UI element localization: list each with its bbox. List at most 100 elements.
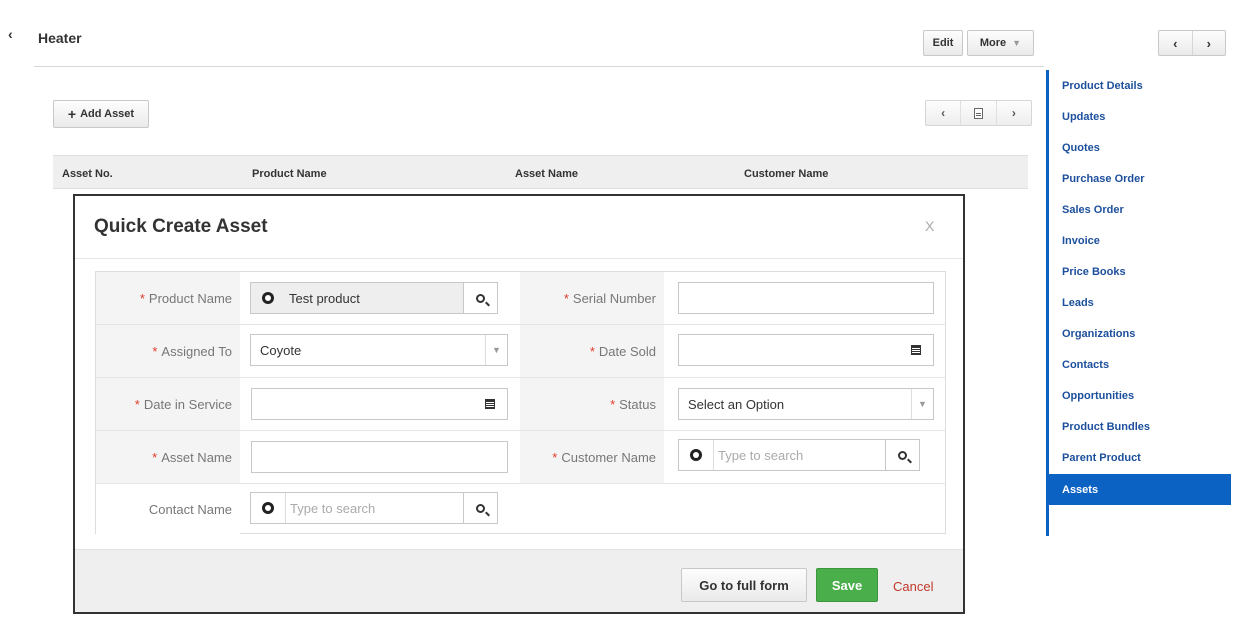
required-marker: *	[563, 290, 569, 306]
reference-icon	[679, 440, 713, 470]
modal-title: Quick Create Asset	[94, 216, 268, 237]
required-marker: *	[152, 449, 158, 465]
sidebar-item-invoice[interactable]: Invoice	[1049, 225, 1231, 256]
required-marker: *	[139, 290, 145, 306]
add-asset-button[interactable]: + Add Asset	[53, 100, 149, 128]
contact-name-placeholder[interactable]: Type to search	[285, 493, 463, 523]
date-sold-label: * Date Sold	[520, 325, 664, 377]
sidebar-item-contacts[interactable]: Contacts	[1049, 349, 1231, 380]
assets-table-header: Asset No. Product Name Asset Name Custom…	[53, 155, 1028, 189]
reference-icon	[251, 283, 285, 313]
previous-record-icon[interactable]: ‹	[1159, 31, 1192, 55]
next-record-icon[interactable]: ›	[1191, 31, 1226, 55]
date-in-service-label-text: Date in Service	[143, 396, 232, 412]
edit-button[interactable]: Edit	[923, 30, 963, 56]
asset-name-label-text: Asset Name	[161, 449, 232, 465]
required-marker: *	[589, 343, 595, 359]
date-in-service-label: * Date in Service	[96, 378, 240, 430]
search-icon[interactable]	[463, 493, 497, 523]
column-header-product-name[interactable]: Product Name	[252, 168, 327, 180]
calendar-icon[interactable]	[899, 335, 933, 365]
serial-number-label: * Serial Number	[520, 272, 664, 324]
modal-header-divider	[75, 258, 963, 259]
customer-name-label: * Customer Name	[520, 431, 664, 483]
form-row: * Product Name Test product * Serial Num…	[96, 272, 945, 325]
header-divider	[34, 66, 1044, 67]
dropdown-arrow-icon[interactable]: ▼	[485, 335, 507, 365]
date-sold-input[interactable]	[678, 334, 934, 366]
required-marker: *	[134, 396, 140, 412]
assigned-to-label-text: Assigned To	[161, 343, 232, 359]
sidebar-item-quotes[interactable]: Quotes	[1049, 132, 1231, 163]
sidebar-item-organizations[interactable]: Organizations	[1049, 318, 1231, 349]
status-select[interactable]: Select an Option ▼	[678, 388, 934, 420]
next-page-icon[interactable]: ›	[997, 101, 1031, 125]
column-header-asset-no[interactable]: Asset No.	[62, 168, 113, 180]
date-sold-label-text: Date Sold	[598, 343, 656, 359]
required-marker: *	[152, 343, 158, 359]
product-name-label: * Product Name	[96, 272, 240, 324]
sidebar-item-purchase-order[interactable]: Purchase Order	[1049, 163, 1231, 194]
assigned-to-label: * Assigned To	[96, 325, 240, 377]
assigned-to-select[interactable]: Coyote ▼	[250, 334, 508, 366]
customer-name-label-text: Customer Name	[561, 449, 656, 465]
record-navigation: ‹ ›	[1158, 30, 1226, 56]
date-in-service-input[interactable]	[251, 388, 508, 420]
form-row: * Asset Name * Customer Name Type to sea…	[96, 431, 945, 484]
more-button-label: More	[979, 37, 1007, 49]
assigned-to-value: Coyote	[260, 342, 302, 358]
asset-name-input[interactable]	[251, 441, 508, 473]
form-row: * Date in Service * Status Select an Opt…	[96, 378, 945, 431]
asset-name-label: * Asset Name	[96, 431, 240, 483]
plus-icon: +	[67, 106, 77, 122]
required-marker: *	[552, 449, 558, 465]
search-icon[interactable]	[885, 440, 919, 470]
customer-name-field[interactable]: Type to search	[678, 439, 920, 471]
asset-form: * Product Name Test product * Serial Num…	[95, 271, 946, 534]
sidebar-item-leads[interactable]: Leads	[1049, 287, 1231, 318]
customer-name-placeholder[interactable]: Type to search	[713, 440, 885, 470]
product-name-field[interactable]: Test product	[250, 282, 498, 314]
sidebar-item-product-details[interactable]: Product Details	[1049, 70, 1231, 101]
page-title: Heater	[38, 30, 82, 46]
required-marker: *	[610, 396, 616, 412]
sidebar-item-assets[interactable]: Assets	[1049, 474, 1231, 505]
column-header-customer-name[interactable]: Customer Name	[744, 168, 828, 180]
status-value: Select an Option	[688, 396, 785, 412]
contact-name-label-text: Contact Name	[148, 501, 232, 517]
form-row: * Assigned To Coyote ▼ * Date Sold	[96, 325, 945, 378]
quick-create-asset-modal: Quick Create Asset X * Product Name Test…	[73, 194, 965, 614]
contact-name-label: Contact Name	[96, 484, 240, 534]
reference-icon	[251, 493, 285, 523]
go-to-full-form-button[interactable]: Go to full form	[681, 568, 807, 602]
sidebar-item-parent-product[interactable]: Parent Product	[1049, 442, 1231, 473]
more-button[interactable]: More ▼	[967, 30, 1034, 56]
related-sidebar: Product Details Updates Quotes Purchase …	[1046, 70, 1231, 536]
contact-name-field[interactable]: Type to search	[250, 492, 498, 524]
file-icon	[973, 107, 983, 119]
product-name-value: Test product	[289, 290, 360, 306]
caret-down-icon: ▼	[1012, 38, 1022, 48]
column-header-asset-name[interactable]: Asset Name	[515, 168, 578, 180]
sidebar-item-sales-order[interactable]: Sales Order	[1049, 194, 1231, 225]
collapse-left-icon[interactable]: ‹	[8, 26, 13, 42]
status-label: * Status	[520, 378, 664, 430]
cancel-link[interactable]: Cancel	[893, 579, 933, 594]
previous-page-icon[interactable]: ‹	[926, 101, 960, 125]
sidebar-item-opportunities[interactable]: Opportunities	[1049, 380, 1231, 411]
close-icon[interactable]: X	[925, 218, 934, 234]
page-jump-button[interactable]	[960, 101, 997, 125]
status-label-text: Status	[619, 396, 656, 412]
sidebar-item-price-books[interactable]: Price Books	[1049, 256, 1231, 287]
form-row: Contact Name Type to search	[96, 484, 945, 534]
save-button[interactable]: Save	[816, 568, 878, 602]
search-icon[interactable]	[463, 283, 497, 313]
serial-number-label-text: Serial Number	[572, 290, 656, 306]
calendar-icon[interactable]	[473, 389, 507, 419]
sidebar-item-updates[interactable]: Updates	[1049, 101, 1231, 132]
add-asset-label: Add Asset	[80, 108, 135, 120]
dropdown-arrow-icon[interactable]: ▼	[911, 389, 933, 419]
serial-number-input[interactable]	[678, 282, 934, 314]
sidebar-item-product-bundles[interactable]: Product Bundles	[1049, 411, 1231, 442]
list-pagination: ‹ ›	[925, 100, 1032, 126]
